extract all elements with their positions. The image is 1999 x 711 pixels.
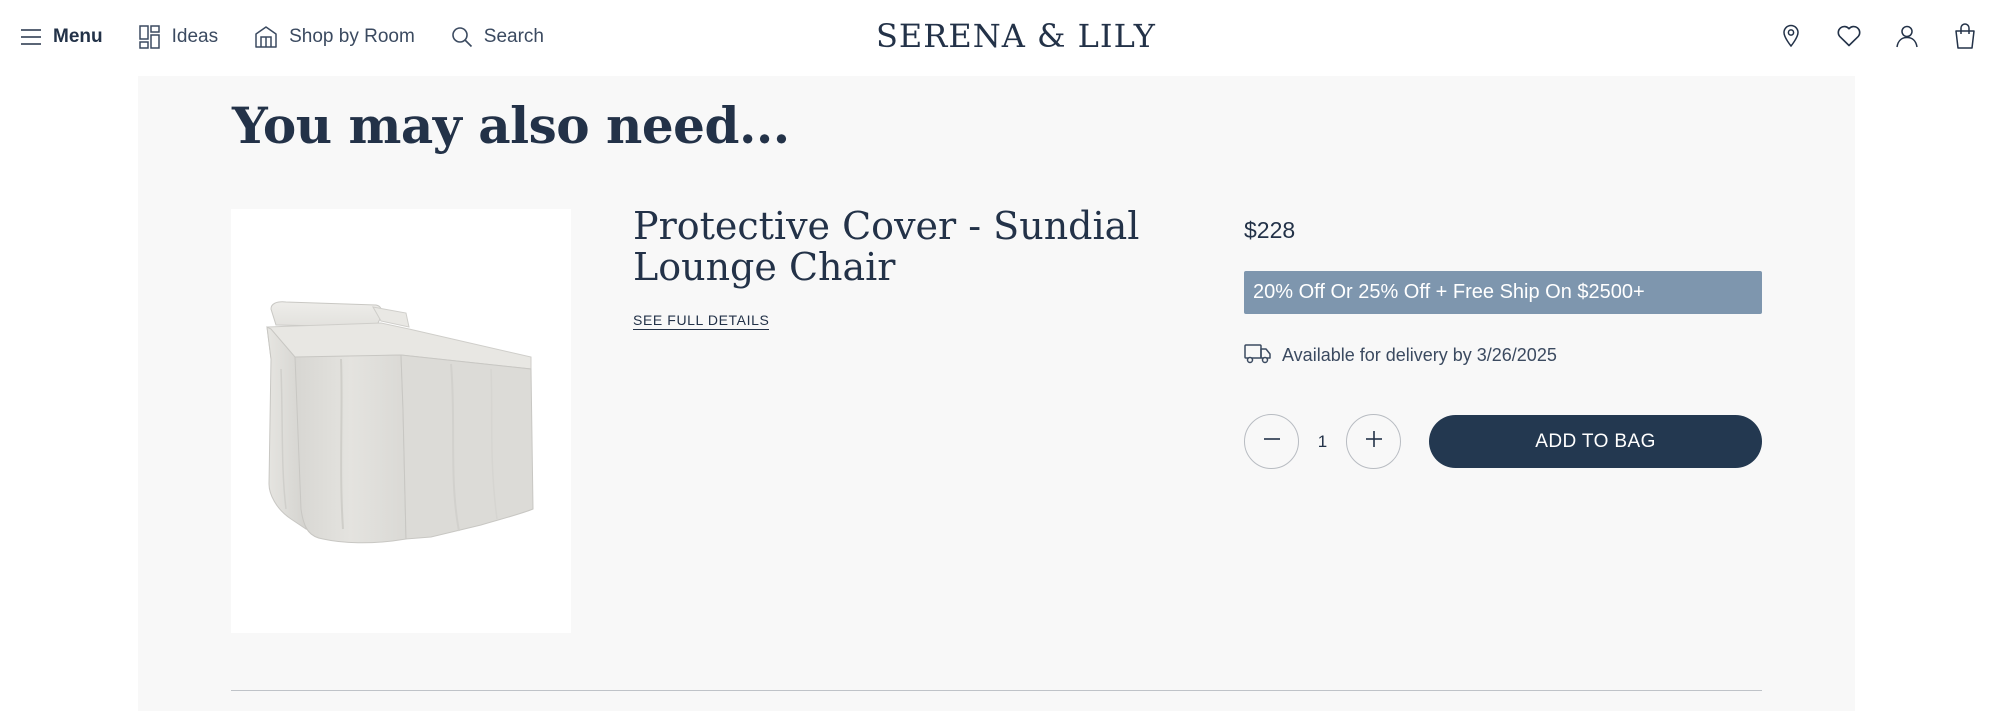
ideas-icon xyxy=(138,25,161,49)
delivery-text: Available for delivery by 3/26/2025 xyxy=(1282,344,1557,365)
ideas-link[interactable]: Ideas xyxy=(138,25,219,49)
product-image[interactable] xyxy=(231,209,571,633)
recommendation-panel: You may also need... Protective Cover - … xyxy=(138,76,1855,711)
add-to-bag-button[interactable]: ADD TO BAG xyxy=(1429,415,1762,468)
plus-icon xyxy=(1364,429,1384,454)
menu-button[interactable]: Menu xyxy=(20,26,103,48)
user-icon xyxy=(1895,24,1919,53)
search-button[interactable]: Search xyxy=(451,26,544,48)
minus-icon xyxy=(1262,429,1282,454)
increase-quantity-button[interactable] xyxy=(1346,414,1401,469)
delivery-info: Available for delivery by 3/26/2025 xyxy=(1244,342,1557,368)
heart-icon xyxy=(1836,24,1862,53)
menu-icon xyxy=(20,28,42,46)
decrease-quantity-button[interactable] xyxy=(1244,414,1299,469)
chair-cover-illustration xyxy=(266,301,534,544)
promo-banner: 20% Off Or 25% Off + Free Ship On $2500+ xyxy=(1244,271,1762,314)
search-label: Search xyxy=(483,26,544,47)
see-full-details-link[interactable]: SEE FULL DETAILS xyxy=(633,312,770,330)
site-header: Menu Ideas Shop by Room Search SERENA & … xyxy=(0,0,1999,76)
product-price: $228 xyxy=(1244,217,1296,243)
store-locator-button[interactable] xyxy=(1777,22,1805,54)
brand-logo[interactable]: SERENA & LILY xyxy=(876,14,1155,58)
section-divider xyxy=(231,690,1762,691)
section-title: You may also need... xyxy=(232,96,790,155)
location-pin-icon xyxy=(1781,24,1801,53)
shop-by-room-label: Shop by Room xyxy=(289,26,415,47)
shop-by-room-icon xyxy=(254,25,278,49)
menu-label: Menu xyxy=(53,26,103,47)
quantity-value[interactable]: 1 xyxy=(1299,432,1346,452)
shopping-bag-button[interactable] xyxy=(1951,22,1979,54)
shopping-bag-icon xyxy=(1952,22,1978,55)
wishlist-button[interactable] xyxy=(1835,22,1863,54)
shop-by-room-link[interactable]: Shop by Room xyxy=(254,25,415,49)
ideas-label: Ideas xyxy=(171,26,219,47)
header-nav-right xyxy=(1747,22,1979,54)
header-nav-left: Menu Ideas Shop by Room Search xyxy=(20,22,580,52)
product-name[interactable]: Protective Cover - Sundial Lounge Chair xyxy=(633,206,1153,288)
search-icon xyxy=(451,26,473,48)
quantity-stepper: 1 xyxy=(1244,414,1401,469)
delivery-truck-icon xyxy=(1244,342,1272,369)
account-button[interactable] xyxy=(1893,22,1921,54)
